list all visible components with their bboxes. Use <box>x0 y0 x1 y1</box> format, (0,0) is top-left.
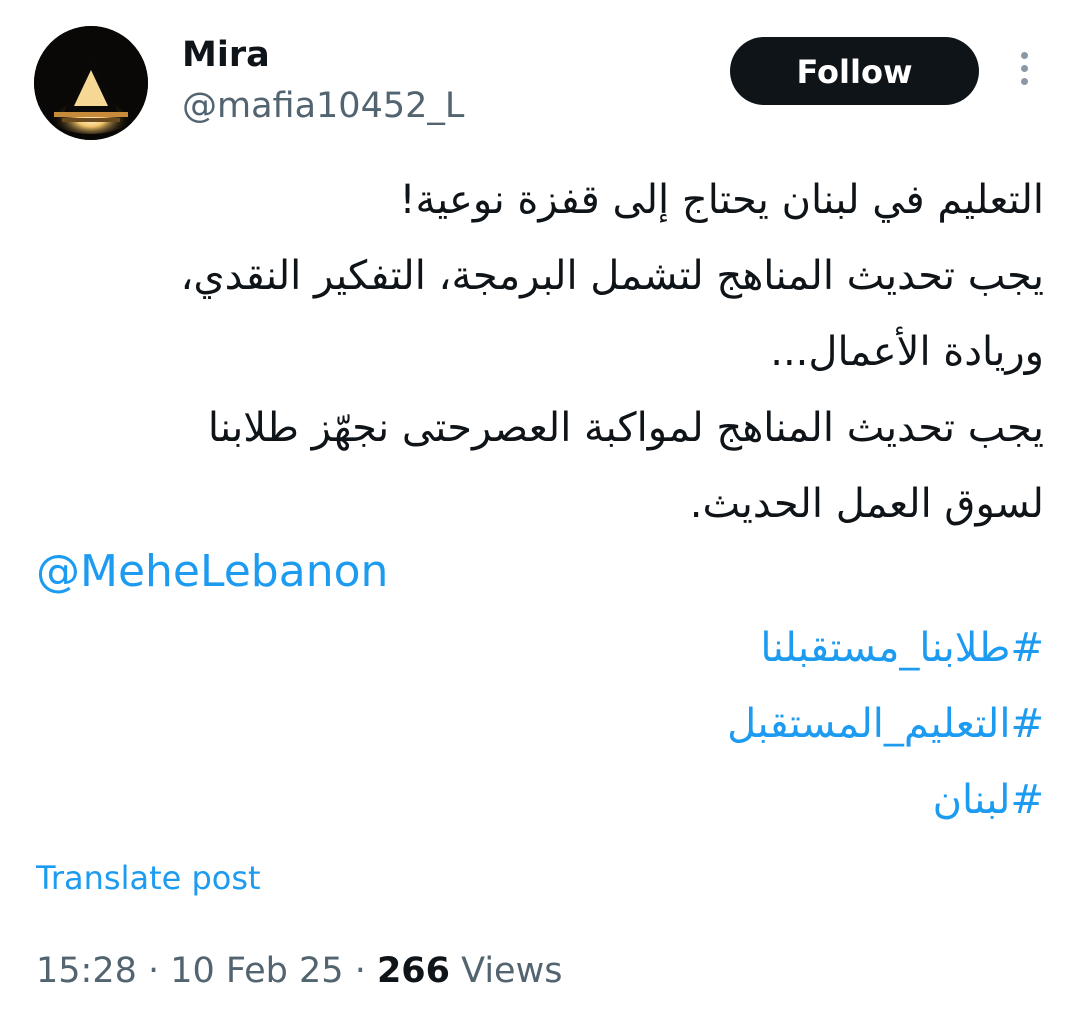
hashtag-link[interactable]: #التعليم_المستقبل <box>727 686 1044 762</box>
meta-separator: · <box>136 951 171 991</box>
post-text-line: يجب تحديث المناهج لمواكبة العصرحتى نجهّز… <box>207 405 1044 451</box>
lamp-light-avatar-icon <box>34 26 148 140</box>
post-text-line: يجب تحديث المناهج لتشمل البرمجة، التفكير… <box>180 253 1044 299</box>
author-handle[interactable]: @mafia10452_L <box>182 84 464 128</box>
post-text-line: لسوق العمل الحديث. <box>689 481 1044 527</box>
author-avatar[interactable] <box>34 26 148 140</box>
meta-separator: · <box>343 951 377 991</box>
mention-link[interactable]: @MeheLebanon <box>36 540 388 604</box>
translate-post-link[interactable]: Translate post <box>36 856 261 900</box>
author-display-name[interactable]: Mira <box>182 33 270 77</box>
views-count[interactable]: 266 <box>377 951 450 991</box>
hashtag-list: #طلابنا_مستقبلنا #التعليم_المستقبل #لبنا… <box>727 610 1044 838</box>
post-text-line: وريادة الأعمال... <box>770 329 1044 375</box>
post-time[interactable]: 15:28 <box>36 951 137 991</box>
views-label: Views <box>450 951 563 991</box>
post-meta: 15:28 · 10 Feb 25 · 266 Views <box>36 946 562 996</box>
post-text: التعليم في لبنان يحتاج إلى قفزة نوعية! ي… <box>34 162 1044 542</box>
post-date[interactable]: 10 Feb 25 <box>170 951 343 991</box>
hashtag-link[interactable]: #لبنان <box>727 762 1044 838</box>
follow-button[interactable]: Follow <box>730 37 979 105</box>
more-vertical-icon[interactable] <box>1012 52 1036 92</box>
hashtag-link[interactable]: #طلابنا_مستقبلنا <box>727 610 1044 686</box>
post-text-line: التعليم في لبنان يحتاج إلى قفزة نوعية! <box>399 177 1044 223</box>
